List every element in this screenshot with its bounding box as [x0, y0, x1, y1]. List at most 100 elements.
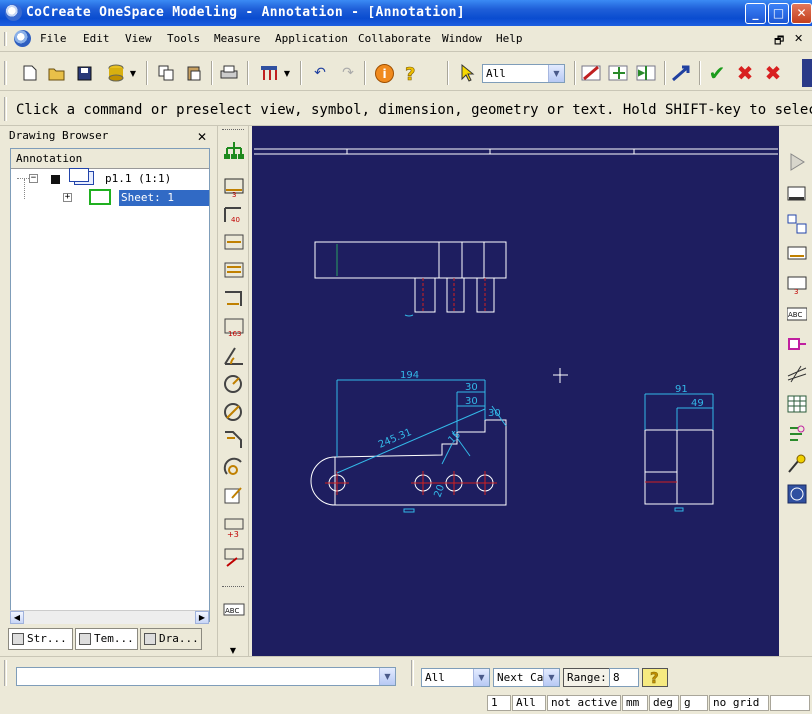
front-dim-labels: 194 30 30 30 245.31 20 15 [377, 370, 501, 499]
baseline-dim-icon[interactable]: 40 [223, 204, 245, 226]
menu-help[interactable]: Help [496, 32, 523, 45]
menu-tools[interactable]: Tools [167, 32, 200, 45]
chevron-down-icon[interactable]: ▼ [222, 646, 244, 655]
dimension-icon[interactable] [787, 244, 807, 264]
tab-drawing[interactable]: Dra... [140, 628, 202, 650]
symbol-icon[interactable] [787, 334, 807, 354]
text-abc-icon[interactable]: ABC [787, 304, 807, 324]
menu-window[interactable]: Window [442, 32, 482, 45]
open-icon[interactable] [47, 63, 67, 83]
ordinate-dim-icon[interactable] [223, 260, 245, 282]
menu-file[interactable]: File [40, 32, 67, 45]
restore-icon[interactable]: 🗗 [774, 32, 784, 51]
side-view[interactable] [644, 429, 714, 512]
arrow-icon[interactable] [670, 63, 694, 83]
close-doc-icon[interactable]: ✕ [794, 32, 803, 45]
text-abc-icon[interactable]: ABC [223, 598, 245, 620]
tree-item-sheet[interactable]: Sheet: 1 (1:1) [119, 190, 209, 220]
cut-icon[interactable] [580, 63, 604, 83]
drawing-tree: Annotation − p1.1 (1:1) + Sheet: 1 (1:1) [10, 148, 210, 622]
rotate-icon[interactable] [607, 63, 631, 83]
chamfer-dim-icon[interactable] [223, 428, 245, 450]
save-icon[interactable] [74, 63, 94, 83]
tools-icon[interactable] [259, 63, 279, 83]
radius-dim-icon[interactable] [223, 372, 245, 394]
cancel-all-icon[interactable]: ✖ [763, 61, 783, 85]
cancel-icon[interactable]: ✖ [735, 61, 755, 85]
drawing-browser: Drawing Browser ✕ Annotation − p1.1 (1:1… [5, 126, 213, 656]
range-input[interactable]: 8 [609, 668, 639, 687]
menu-view[interactable]: View [125, 32, 152, 45]
range-button[interactable]: Range: [563, 668, 611, 687]
select-filter[interactable]: All ▼ [421, 668, 490, 687]
redo-icon: ↷ [342, 65, 354, 81]
next-category[interactable]: Next Cat ▼ [493, 668, 560, 687]
hatch-line-icon[interactable] [787, 364, 807, 384]
help-button[interactable]: ? [642, 668, 668, 687]
status-grid: no grid [709, 695, 769, 711]
toolbar-overflow[interactable] [802, 59, 812, 87]
copy-icon[interactable] [156, 63, 176, 83]
close-button[interactable]: ✕ [791, 3, 812, 24]
drawing-canvas[interactable]: 194 30 30 30 245.31 20 15 91 49 [252, 126, 779, 656]
play-icon[interactable] [787, 152, 807, 172]
menu-collaborate[interactable]: Collaborate [358, 32, 431, 45]
angle-dim-icon[interactable] [223, 344, 245, 366]
dim-modify-icon[interactable]: 3 [787, 274, 807, 294]
filter-select[interactable]: All ▼ [482, 64, 565, 83]
tab-templates[interactable]: Tem... [75, 628, 138, 650]
print-icon[interactable] [219, 63, 239, 83]
command-input[interactable]: ▼ [16, 667, 396, 686]
top-view[interactable] [314, 241, 507, 317]
undo-icon[interactable]: ↶ [310, 63, 330, 83]
maximize-button[interactable]: □ [768, 3, 789, 24]
svg-text:3: 3 [794, 288, 798, 294]
chevron-down-icon[interactable]: ▼ [128, 63, 138, 83]
linear-dim-icon[interactable]: 3 [223, 176, 245, 198]
ok-icon[interactable]: ✔ [707, 61, 727, 85]
minimize-button[interactable]: _ [745, 3, 766, 24]
delete-dim-icon[interactable] [223, 546, 245, 568]
database-icon[interactable] [106, 63, 126, 83]
select-icon[interactable] [458, 63, 478, 83]
tab-structure[interactable]: Str... [8, 628, 73, 650]
menu-measure[interactable]: Measure [214, 32, 260, 45]
chevron-down-icon[interactable]: ▼ [282, 63, 292, 83]
info-icon[interactable]: i [374, 63, 394, 83]
help-icon[interactable]: ? [401, 63, 421, 83]
views-icon[interactable] [787, 214, 807, 234]
structure-dim-icon[interactable] [223, 140, 245, 162]
close-icon[interactable]: ✕ [197, 129, 207, 145]
status-empty [770, 695, 810, 711]
geometry-icon[interactable] [787, 424, 807, 444]
menu-edit[interactable]: Edit [83, 32, 110, 45]
chevron-down-icon[interactable]: ▼ [379, 668, 395, 685]
paste-icon[interactable] [184, 63, 204, 83]
table-icon[interactable] [787, 394, 807, 414]
gear-icon[interactable] [14, 30, 31, 47]
arc-dim-icon[interactable] [223, 456, 245, 478]
menu-application[interactable]: Application [275, 32, 348, 45]
scroll-right-icon[interactable]: ▶ [195, 611, 209, 624]
view-icon[interactable] [787, 184, 807, 204]
separator [699, 61, 701, 85]
expand-toggle[interactable]: + [63, 193, 72, 202]
add-tolerance-icon[interactable]: +3 [223, 516, 245, 538]
edit-dim-icon[interactable] [223, 484, 245, 506]
chevron-down-icon[interactable]: ▼ [548, 65, 564, 82]
chain-dim-icon[interactable] [223, 232, 245, 254]
horizontal-scrollbar[interactable]: ◀ ▶ [10, 610, 209, 624]
front-view-dimensions[interactable] [336, 379, 507, 474]
chevron-down-icon[interactable]: ▼ [543, 669, 559, 686]
mirror-icon[interactable] [635, 63, 659, 83]
new-icon[interactable] [20, 63, 40, 83]
coord-dim-icon[interactable] [223, 288, 245, 310]
symmetric-dim-icon[interactable]: 163 [223, 316, 245, 338]
markup-icon[interactable] [787, 454, 807, 474]
tree-item-p1[interactable]: p1.1 (1:1) [105, 172, 171, 185]
collapse-toggle[interactable]: − [29, 174, 38, 183]
diameter-dim-icon[interactable] [223, 400, 245, 422]
chevron-down-icon[interactable]: ▼ [473, 669, 489, 686]
scroll-left-icon[interactable]: ◀ [10, 611, 24, 624]
hatch-icon[interactable] [787, 484, 807, 504]
